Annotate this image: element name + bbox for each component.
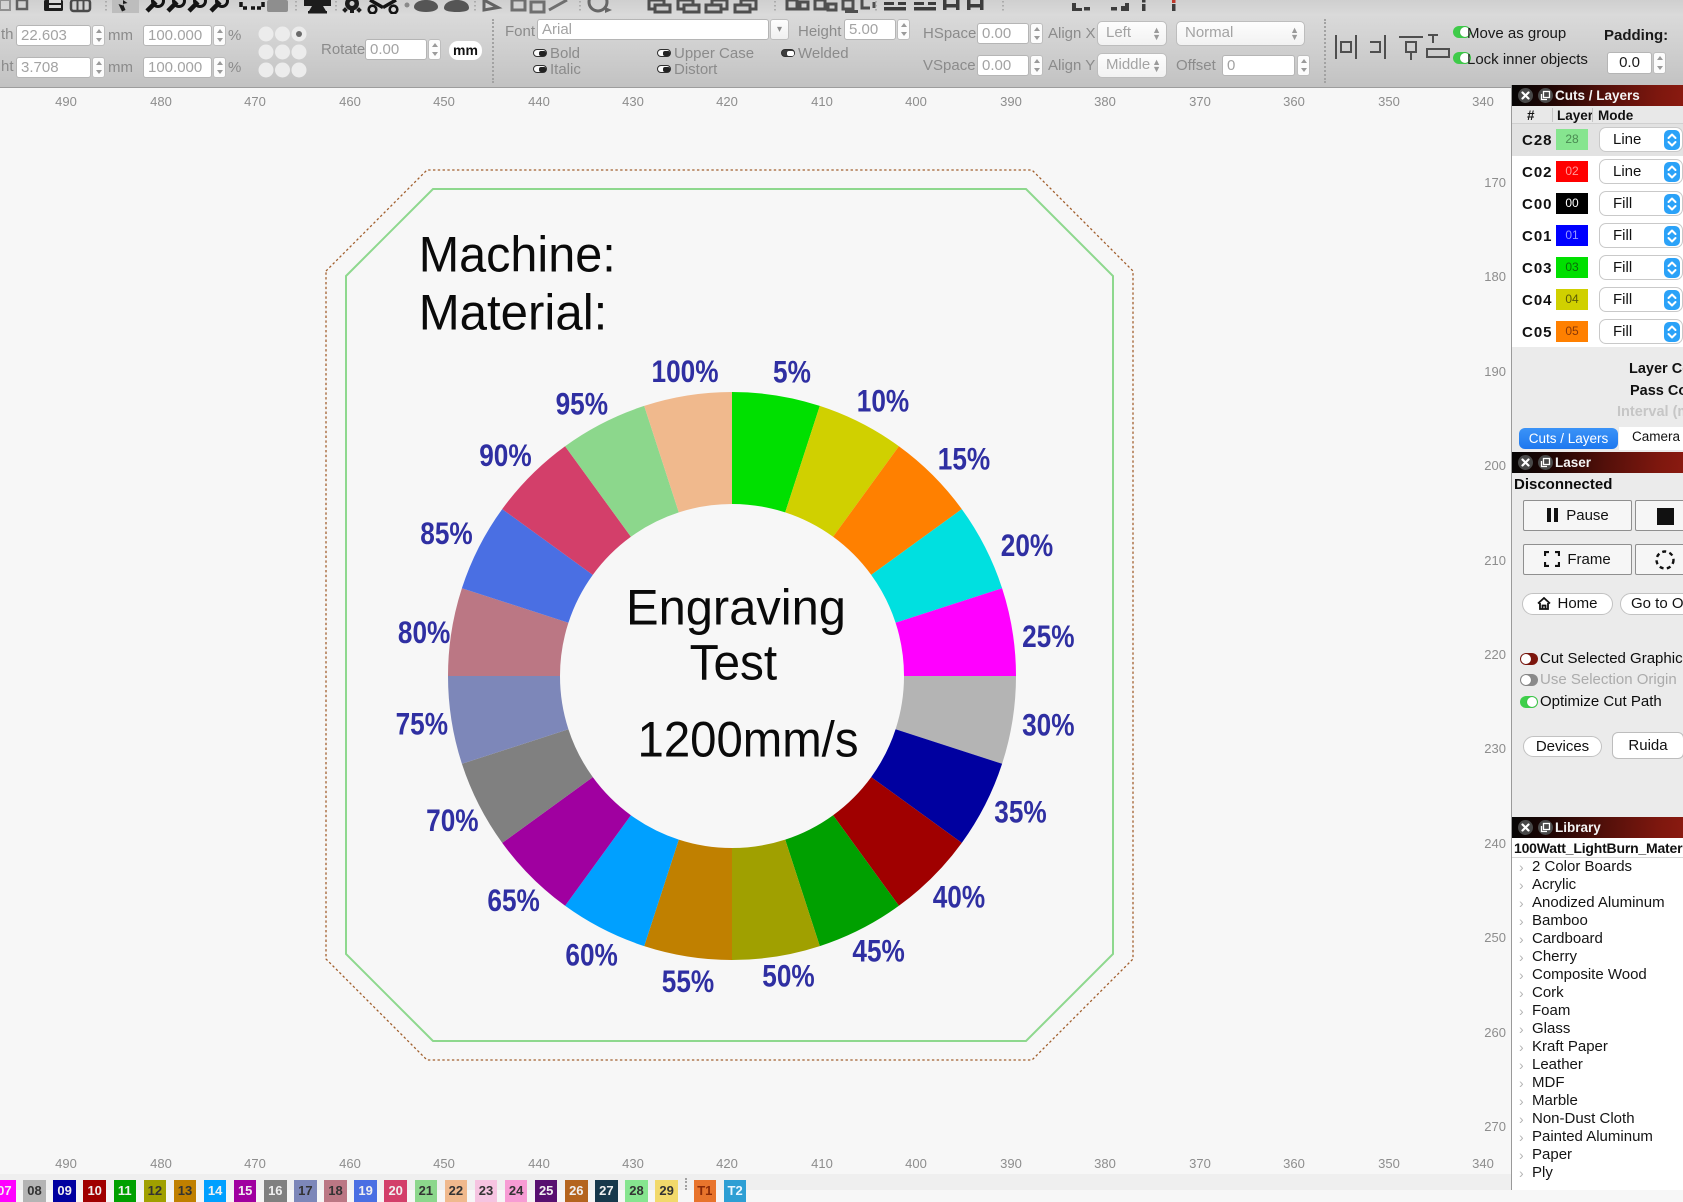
svg-text:Material:: Material: xyxy=(419,285,608,341)
svg-text:85%: 85% xyxy=(420,517,472,552)
svg-text:100%: 100% xyxy=(652,355,719,390)
svg-text:25%: 25% xyxy=(1022,620,1074,655)
svg-text:90%: 90% xyxy=(479,439,531,474)
svg-text:70%: 70% xyxy=(426,804,478,839)
svg-text:10%: 10% xyxy=(857,384,909,419)
svg-text:45%: 45% xyxy=(852,934,904,969)
svg-text:75%: 75% xyxy=(396,708,448,743)
svg-text:50%: 50% xyxy=(762,959,814,994)
svg-text:30%: 30% xyxy=(1022,708,1074,743)
svg-text:Test: Test xyxy=(690,635,778,691)
svg-text:55%: 55% xyxy=(662,965,714,1000)
svg-text:40%: 40% xyxy=(933,880,985,915)
svg-text:35%: 35% xyxy=(994,795,1046,830)
svg-text:1200mm/s: 1200mm/s xyxy=(638,712,859,768)
svg-text:15%: 15% xyxy=(938,442,990,477)
svg-text:5%: 5% xyxy=(773,355,811,390)
svg-text:Engraving: Engraving xyxy=(626,580,846,636)
svg-text:Machine:: Machine: xyxy=(419,227,616,283)
svg-text:80%: 80% xyxy=(398,616,450,651)
svg-text:20%: 20% xyxy=(1001,529,1053,564)
svg-text:60%: 60% xyxy=(565,939,617,974)
svg-text:65%: 65% xyxy=(487,884,539,919)
svg-text:95%: 95% xyxy=(556,387,608,422)
